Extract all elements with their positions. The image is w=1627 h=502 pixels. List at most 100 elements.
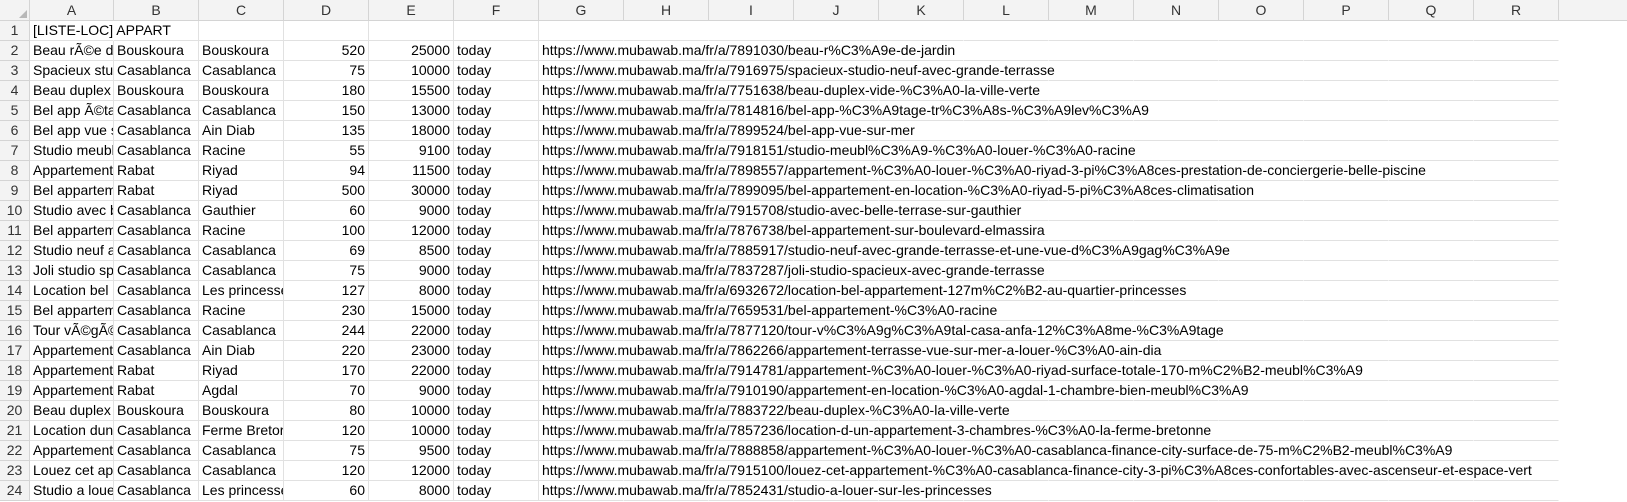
cell-e[interactable]: 11500: [369, 161, 454, 181]
cell-q[interactable]: [1389, 41, 1474, 61]
cell-r[interactable]: [1474, 21, 1559, 41]
cell-c[interactable]: Bouskoura: [199, 41, 284, 61]
cell-r[interactable]: [1474, 41, 1559, 61]
cell-f[interactable]: today: [454, 101, 539, 121]
row-header[interactable]: 23: [0, 461, 30, 481]
row-header[interactable]: 20: [0, 401, 30, 421]
cell-q[interactable]: [1389, 201, 1474, 221]
cell-p[interactable]: [1304, 341, 1389, 361]
cell-d[interactable]: 120: [284, 461, 369, 481]
column-header-b[interactable]: B: [114, 0, 199, 20]
cell-l[interactable]: [964, 41, 1049, 61]
cell-n[interactable]: [1134, 141, 1219, 161]
cell-o[interactable]: [1219, 81, 1304, 101]
cell-c[interactable]: Les princesse: [199, 281, 284, 301]
cell-c[interactable]: Les princesse: [199, 481, 284, 501]
cell-f[interactable]: today: [454, 201, 539, 221]
cell-r[interactable]: [1474, 301, 1559, 321]
spreadsheet-grid[interactable]: ABCDEFGHIJKLMNOPQR 1 [LISTE-LOC] APPART 2 B…: [0, 0, 1627, 502]
cell-d[interactable]: 120: [284, 421, 369, 441]
cell-d[interactable]: 244: [284, 321, 369, 341]
row-header[interactable]: 4: [0, 81, 30, 101]
cell-c[interactable]: Casablanca: [199, 101, 284, 121]
cell-e[interactable]: 13000: [369, 101, 454, 121]
row-header[interactable]: 22: [0, 441, 30, 461]
cell-q[interactable]: [1389, 121, 1474, 141]
column-header-c[interactable]: C: [199, 0, 284, 20]
cell-a[interactable]: Bel app vue s: [30, 121, 114, 141]
cell-g[interactable]: https://www.mubawab.ma/fr/a/7659531/bel-…: [539, 301, 998, 321]
cell-b[interactable]: Casablanca: [114, 121, 199, 141]
cell-b[interactable]: Casablanca: [114, 101, 199, 121]
cell-e[interactable]: 25000: [369, 41, 454, 61]
cell-p[interactable]: [1304, 201, 1389, 221]
cell-n[interactable]: [1134, 81, 1219, 101]
cell-g[interactable]: https://www.mubawab.ma/fr/a/7899095/bel-…: [539, 181, 1254, 201]
cell-e[interactable]: 10000: [369, 421, 454, 441]
cell-a[interactable]: Location bel a: [30, 281, 114, 301]
column-header-f[interactable]: F: [454, 0, 539, 20]
cell-g[interactable]: https://www.mubawab.ma/fr/a/7915708/stud…: [539, 201, 1022, 221]
cell-e[interactable]: 23000: [369, 341, 454, 361]
cell-a[interactable]: Studio a louer: [30, 481, 114, 501]
cell-o[interactable]: [1219, 261, 1304, 281]
cell-g[interactable]: https://www.mubawab.ma/fr/a/7876738/bel-…: [539, 221, 1045, 241]
cell-d[interactable]: 135: [284, 121, 369, 141]
cell-p[interactable]: [1304, 301, 1389, 321]
cell-g[interactable]: https://www.mubawab.ma/fr/a/7918151/stud…: [539, 141, 1136, 161]
column-header-e[interactable]: E: [369, 0, 454, 20]
cell-f[interactable]: today: [454, 421, 539, 441]
cell-g[interactable]: https://www.mubawab.ma/fr/a/7888858/appa…: [539, 441, 1453, 461]
cell-p[interactable]: [1304, 121, 1389, 141]
cell-f[interactable]: today: [454, 281, 539, 301]
cell-i[interactable]: [709, 21, 794, 41]
row-header[interactable]: 17: [0, 341, 30, 361]
cell-b[interactable]: Casablanca: [114, 421, 199, 441]
cell-f[interactable]: today: [454, 221, 539, 241]
cell-f[interactable]: today: [454, 441, 539, 461]
row-header[interactable]: 6: [0, 121, 30, 141]
cell-a[interactable]: Bel appartem: [30, 221, 114, 241]
cell-a[interactable]: Appartement: [30, 441, 114, 461]
cell-a[interactable]: Bel appartem: [30, 181, 114, 201]
cell-q[interactable]: [1389, 381, 1474, 401]
cell-r[interactable]: [1474, 241, 1559, 261]
cell-o[interactable]: [1219, 121, 1304, 141]
cell-g[interactable]: https://www.mubawab.ma/fr/a/7899524/bel-…: [539, 121, 915, 141]
cell-e[interactable]: 18000: [369, 121, 454, 141]
cell-e[interactable]: 22000: [369, 321, 454, 341]
cell-k[interactable]: [879, 21, 964, 41]
cell-o[interactable]: [1219, 281, 1304, 301]
cell-b[interactable]: Bouskoura: [114, 401, 199, 421]
column-header-j[interactable]: J: [794, 0, 879, 20]
row-header[interactable]: 24: [0, 481, 30, 501]
cell-c[interactable]: Bouskoura: [199, 401, 284, 421]
cell-c[interactable]: Agdal: [199, 381, 284, 401]
cell-g[interactable]: https://www.mubawab.ma/fr/a/7916975/spac…: [539, 61, 1055, 81]
cell-m[interactable]: [1049, 261, 1134, 281]
cell-o[interactable]: [1219, 41, 1304, 61]
cell-l[interactable]: [964, 121, 1049, 141]
column-header-k[interactable]: K: [879, 0, 964, 20]
cell-a[interactable]: Studio meubl: [30, 141, 114, 161]
cell-g[interactable]: https://www.mubawab.ma/fr/a/7891030/beau…: [539, 41, 956, 61]
cell-r[interactable]: [1474, 141, 1559, 161]
row-header[interactable]: 7: [0, 141, 30, 161]
cell-q[interactable]: [1389, 481, 1474, 501]
cell-c[interactable]: Racine: [199, 221, 284, 241]
cell-g[interactable]: https://www.mubawab.ma/fr/a/6932672/loca…: [539, 281, 1187, 301]
cell-p[interactable]: [1304, 421, 1389, 441]
column-header-q[interactable]: Q: [1389, 0, 1474, 20]
cell-f[interactable]: today: [454, 61, 539, 81]
cell-m[interactable]: [1049, 401, 1134, 421]
cell-c[interactable]: Ferme Bretor: [199, 421, 284, 441]
cell-d[interactable]: 150: [284, 101, 369, 121]
cell-e[interactable]: 9100: [369, 141, 454, 161]
column-header-n[interactable]: N: [1134, 0, 1219, 20]
cell-r[interactable]: [1474, 361, 1559, 381]
cell-e[interactable]: 9000: [369, 261, 454, 281]
cell-o[interactable]: [1219, 481, 1304, 501]
cell-p[interactable]: [1304, 401, 1389, 421]
cell-c[interactable]: Riyad: [199, 161, 284, 181]
cell-r[interactable]: [1474, 161, 1559, 181]
